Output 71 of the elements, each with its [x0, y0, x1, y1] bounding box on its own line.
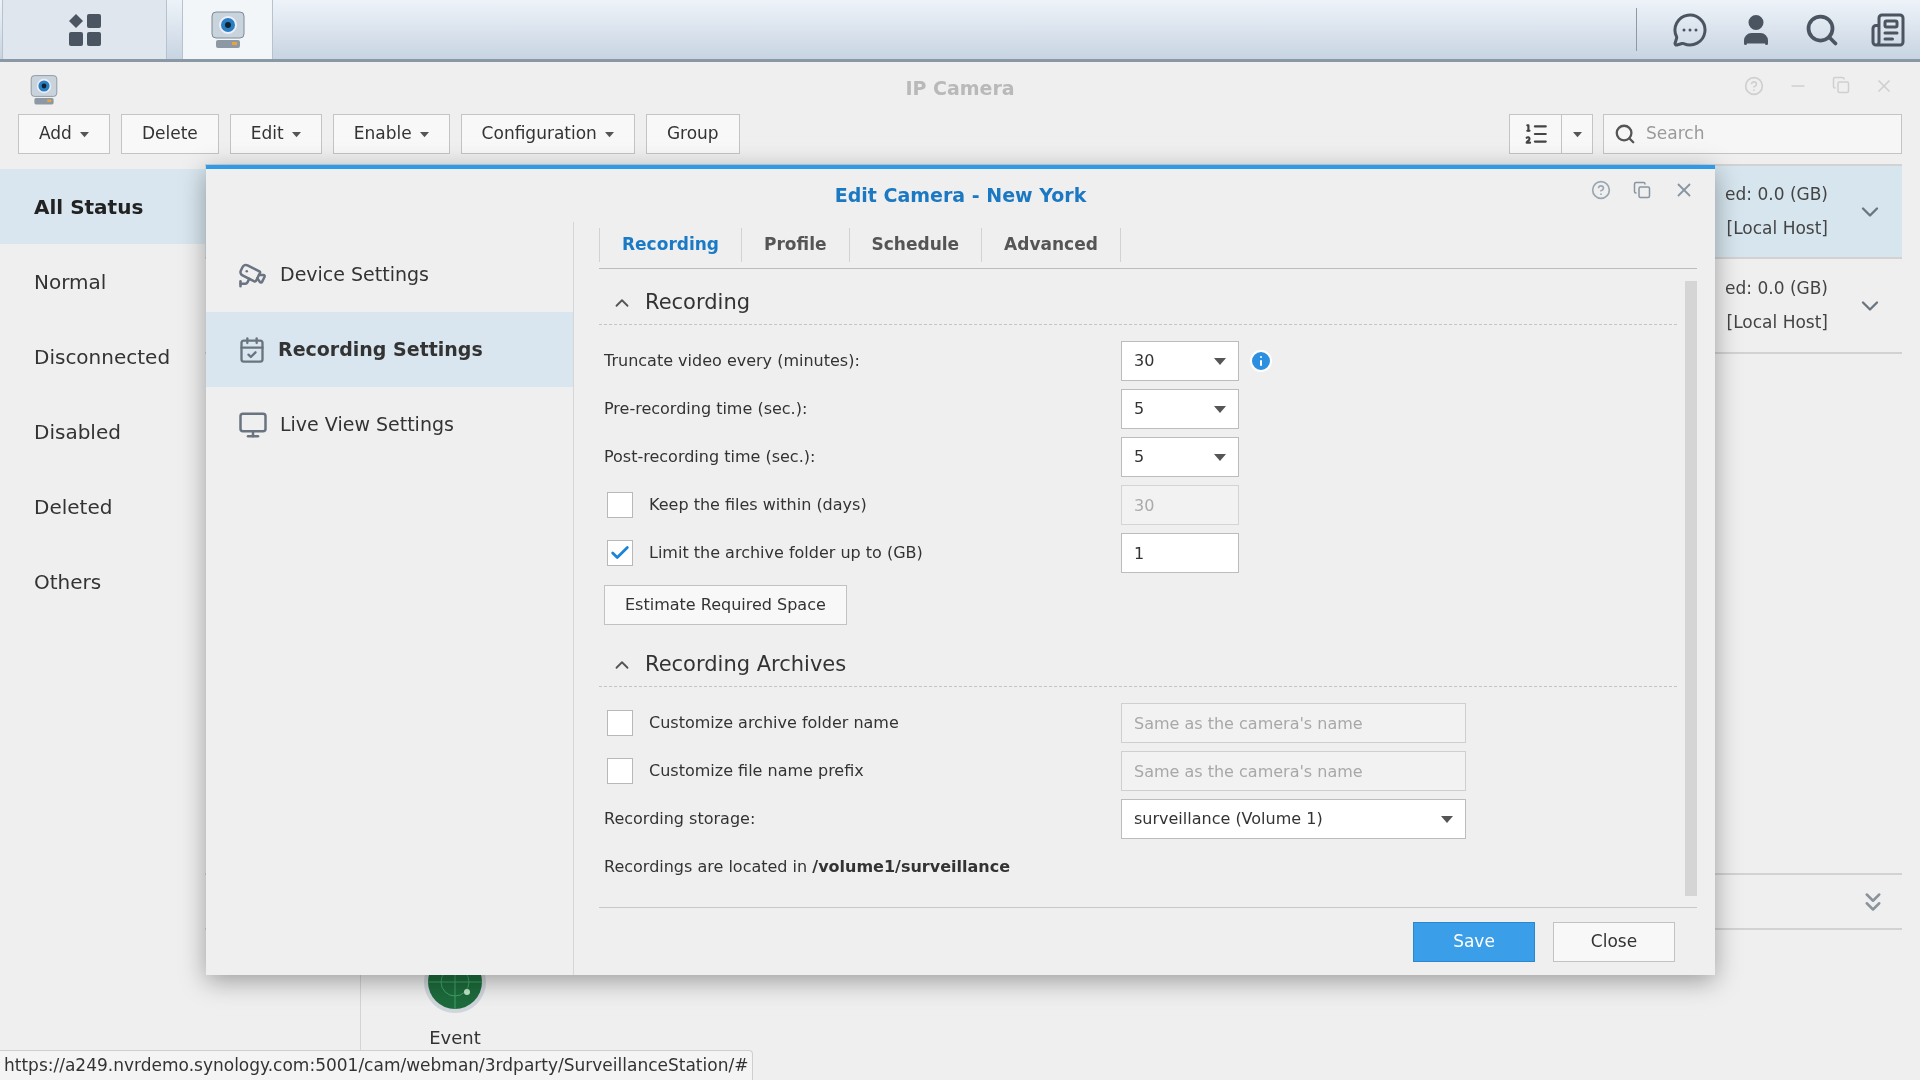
link-status-tooltip: https://a249.nvrdemo.synology.com:5001/cam/webman/3rdparty/SurveillanceStation/#	[0, 1050, 754, 1080]
caret-icon	[1441, 815, 1453, 823]
section-title: Recording Archives	[645, 650, 847, 678]
widgets-icon[interactable]	[1870, 11, 1906, 48]
checkbox[interactable]	[607, 492, 633, 518]
calendar-check-icon	[238, 335, 266, 364]
toolbar-button[interactable]: Delete	[120, 114, 219, 154]
caret-icon	[1214, 405, 1226, 413]
maximize-icon[interactable]	[1633, 181, 1651, 199]
status-filter-item[interactable]: Disabled	[0, 394, 205, 469]
settings-nav-item[interactable]: Live View Settings	[206, 387, 573, 462]
help-icon[interactable]	[1591, 180, 1611, 200]
storage-path-text: Recordings are located in /volume1/surveillance	[603, 856, 1010, 878]
status-filter-item[interactable]: Others	[0, 544, 205, 619]
camera-host-text: [Local Host]	[1726, 216, 1828, 240]
camera-app-icon	[209, 9, 246, 50]
checkbox[interactable]	[607, 540, 633, 566]
dialog-title: Edit Camera - New York	[834, 183, 1087, 209]
tab[interactable]: Profile	[741, 228, 849, 262]
camera-storage-text: ed: 0.0 (GB)	[1725, 183, 1828, 206]
app-label: Event	[429, 1026, 481, 1050]
number-field[interactable]: 1	[1121, 533, 1239, 573]
status-filter-item[interactable]: All Status	[0, 169, 205, 244]
main-menu-button[interactable]	[2, 0, 167, 59]
checkbox[interactable]	[607, 710, 633, 736]
status-filter-item[interactable]: Normal	[0, 244, 205, 319]
toolbar-button[interactable]: Configuration	[460, 114, 635, 154]
estimate-button[interactable]: Estimate Required Space	[604, 585, 847, 625]
checkbox-label: Limit the archive folder up to (GB)	[649, 542, 923, 564]
dropdown[interactable]: 5	[1121, 437, 1239, 477]
tab[interactable]: Advanced	[981, 228, 1121, 262]
field-label: Pre-recording time (sec.):	[603, 398, 809, 420]
chat-icon[interactable]	[1672, 11, 1708, 48]
field-label: Post-recording time (sec.):	[603, 446, 817, 468]
field-label: Truncate video every (minutes):	[603, 350, 861, 372]
close-button[interactable]: Close	[1553, 921, 1675, 962]
caret-icon	[1572, 130, 1582, 138]
caret-icon	[604, 130, 614, 138]
tab[interactable]: Schedule	[848, 228, 982, 262]
camera-app-icon	[29, 74, 59, 106]
scrollbar[interactable]	[1685, 281, 1697, 896]
app-taskbar-button[interactable]	[182, 0, 273, 59]
checkbox-label: Customize file name prefix	[649, 760, 864, 782]
toolbar-button[interactable]: Enable	[332, 114, 450, 154]
search-icon	[1614, 123, 1636, 145]
checkbox-label: Customize archive folder name	[649, 712, 899, 734]
caret-icon	[291, 130, 301, 138]
dropdown[interactable]: surveillance (Volume 1)	[1121, 799, 1466, 839]
caret-icon	[419, 130, 429, 138]
camera-storage-text: ed: 0.0 (GB)	[1725, 277, 1828, 300]
section-title: Recording	[645, 288, 751, 316]
status-filter-item[interactable]: Deleted	[0, 469, 205, 544]
toolbar-button[interactable]: Group	[645, 114, 740, 154]
grid-icon	[67, 12, 102, 47]
settings-nav-item[interactable]: Device Settings	[206, 237, 573, 312]
caret-icon	[79, 130, 89, 138]
dropdown[interactable]: 5	[1121, 389, 1239, 429]
checkbox[interactable]	[607, 758, 633, 784]
search-field[interactable]: Search	[1603, 114, 1902, 154]
field-label: Recording storage:	[603, 808, 757, 830]
info-icon[interactable]	[1249, 349, 1273, 373]
caret-icon	[1214, 357, 1226, 365]
dropdown[interactable]: 30	[1121, 341, 1239, 381]
camera-host-text: [Local Host]	[1726, 310, 1828, 334]
checkbox-label: Keep the files within (days)	[649, 494, 867, 516]
tab[interactable]: Recording	[599, 228, 742, 262]
settings-nav-item[interactable]: Recording Settings	[206, 312, 573, 387]
caret-icon	[1214, 453, 1226, 461]
toolbar-button[interactable]: Edit	[229, 114, 322, 154]
status-filter-item[interactable]: Disconnected	[0, 319, 205, 394]
toolbar-button[interactable]: Add	[18, 114, 110, 154]
